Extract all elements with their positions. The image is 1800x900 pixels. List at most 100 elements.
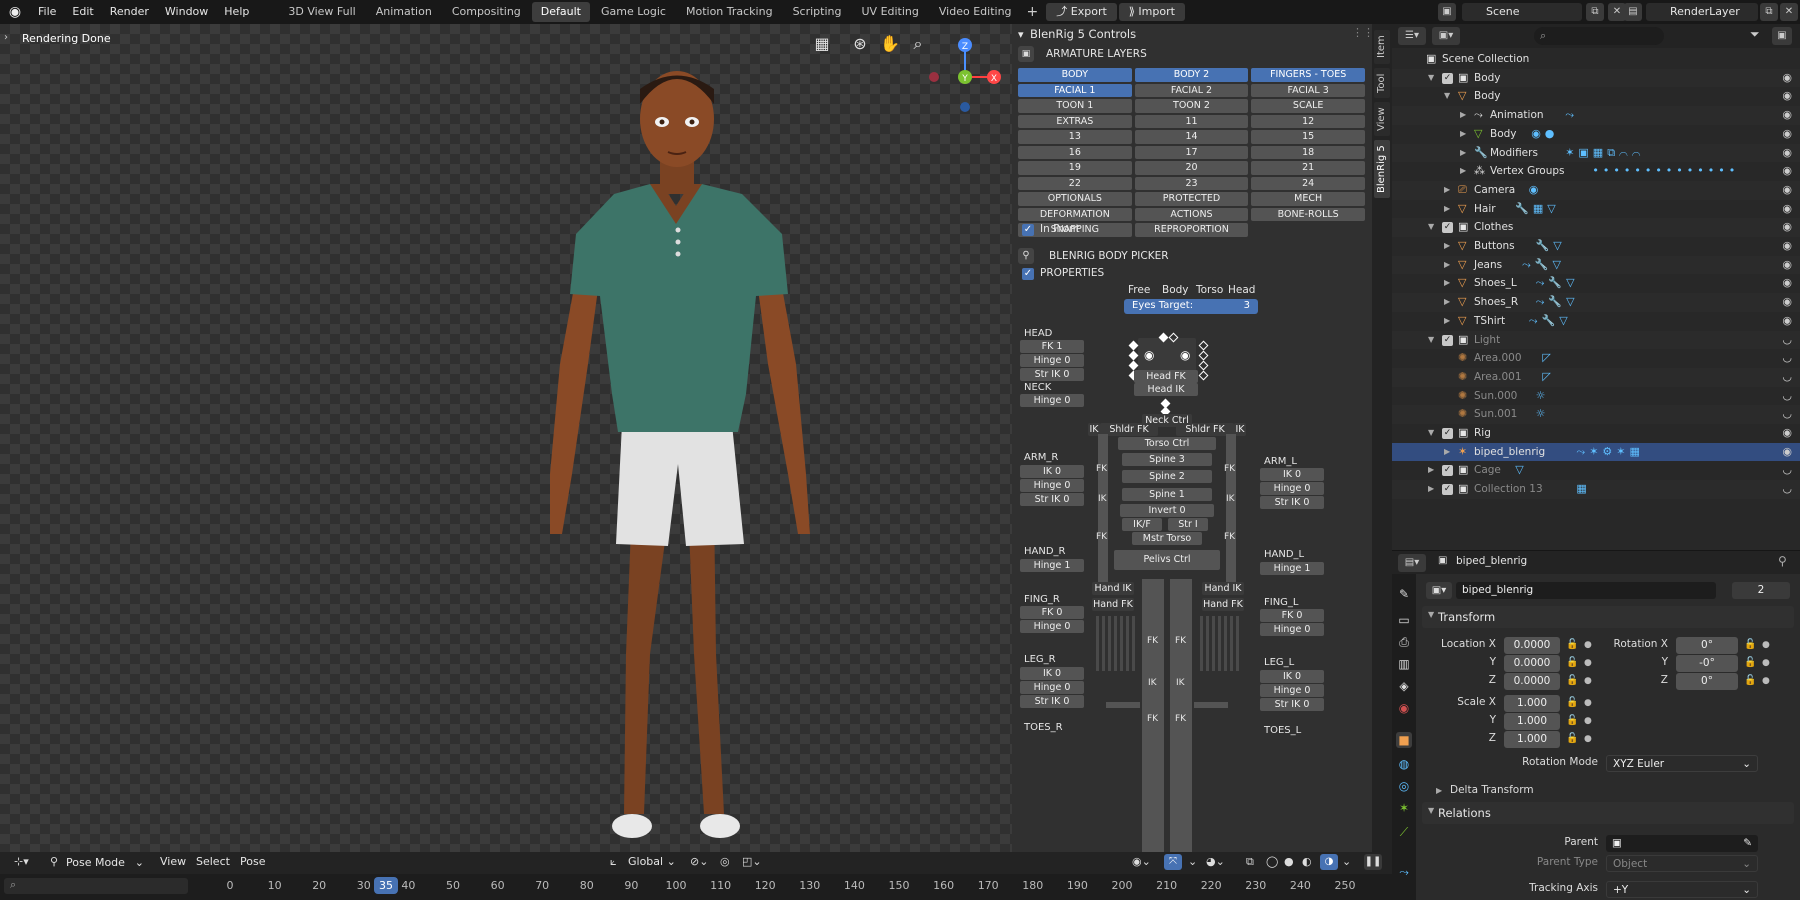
layer-toggle-button[interactable]: BODY 2 xyxy=(1134,68,1249,82)
gizmo-neg-x[interactable] xyxy=(929,72,939,82)
orientation-dropdown[interactable]: Global ⌄ xyxy=(628,855,676,868)
fingers-r-picker[interactable] xyxy=(1096,616,1136,671)
pose-mode-icon[interactable]: ⚲ xyxy=(50,855,58,868)
outliner-row[interactable]: ▶ ✓ ▣ Cage ▽ ◡ xyxy=(1392,461,1800,480)
grid-view-icon[interactable]: ▦ xyxy=(810,32,834,56)
outliner-data-tags[interactable]: ◸ xyxy=(1542,368,1554,387)
display-mode-icon[interactable]: ▣▾ xyxy=(1432,27,1460,45)
properties-editor-type-icon[interactable]: ▤▾ xyxy=(1398,554,1426,572)
current-frame-indicator[interactable]: 35 xyxy=(374,877,398,894)
eye-closed-icon[interactable]: ◡ xyxy=(1782,349,1792,368)
expand-arrow-icon[interactable]: ▼ xyxy=(1428,218,1434,237)
tab-view[interactable]: View xyxy=(1374,102,1390,136)
pause-icon[interactable]: ❚❚ xyxy=(1364,854,1382,870)
scene-icon[interactable]: ▣ xyxy=(1438,3,1456,21)
torso-ctrl-button[interactable]: Torso Ctrl xyxy=(1118,437,1216,450)
face-diamond[interactable] xyxy=(1198,360,1209,371)
lock-rotation-y-icon[interactable]: 🔓 xyxy=(1744,657,1756,668)
menu-window[interactable]: Window xyxy=(157,0,216,24)
head-ik-button[interactable]: Head IK xyxy=(1134,383,1198,396)
arm-r-ik-slider[interactable]: IK 0 xyxy=(1020,465,1084,478)
layer-toggle-button[interactable]: TOON 1 xyxy=(1018,99,1132,113)
transform-section-header[interactable]: Transform xyxy=(1422,606,1794,628)
arm-l-bone[interactable] xyxy=(1226,434,1236,584)
eye-icon[interactable]: ◉ xyxy=(1782,424,1792,443)
workspace-tab-motion-tracking[interactable]: Motion Tracking xyxy=(677,2,782,22)
head-strik-slider[interactable]: Str IK 0 xyxy=(1020,368,1084,381)
keyframe-dot-icon[interactable]: ● xyxy=(1584,698,1592,708)
modifier-tab-icon[interactable]: ◍ xyxy=(1396,756,1412,772)
eyes-target-slider[interactable]: Eyes Target: 3 xyxy=(1124,299,1258,314)
head-hinge-slider[interactable]: Hinge 0 xyxy=(1020,354,1084,367)
expand-arrow-icon[interactable]: ▶ xyxy=(1444,274,1450,293)
physics-tab-icon[interactable]: ◎ xyxy=(1396,778,1412,794)
outliner-row[interactable]: ✺ Sun.001 ☼ ◡ xyxy=(1392,405,1800,424)
toolbar-toggle-icon[interactable]: › xyxy=(4,32,8,43)
lock-location-x-icon[interactable]: 🔓 xyxy=(1566,639,1578,650)
relations-section-header[interactable]: Relations xyxy=(1422,802,1794,824)
hand-ik-r-button[interactable]: Hand IK xyxy=(1092,582,1134,595)
overlays-icon[interactable]: ◕⌄ xyxy=(1206,855,1225,868)
eye-icon[interactable]: ◉ xyxy=(1782,125,1792,144)
outliner-search-input[interactable]: ⌕ xyxy=(1534,27,1664,45)
menu-edit[interactable]: Edit xyxy=(64,0,101,24)
rotation-y-field[interactable]: -0° xyxy=(1676,655,1738,672)
outliner-data-tags[interactable]: ☼ xyxy=(1536,405,1550,424)
exclude-checkbox[interactable]: ✓ xyxy=(1442,465,1453,477)
lock-location-z-icon[interactable]: 🔓 xyxy=(1566,675,1578,686)
timeline[interactable]: ⌕ 0 10 20 30 40 50 60 70 80 90 100 110 120 130 140 150 1… xyxy=(0,874,1392,900)
outliner-row[interactable]: ▶ ▽ Jeans ⤳🔧▽ ◉ xyxy=(1392,255,1800,275)
filter-icon[interactable]: ⏷ xyxy=(1750,27,1760,42)
in-front-checkbox[interactable]: ✓ xyxy=(1022,224,1034,236)
exclude-checkbox[interactable]: ✓ xyxy=(1442,334,1453,346)
remove-view-layer-icon[interactable]: ✕ xyxy=(1780,3,1798,21)
scene-field[interactable]: Scene xyxy=(1462,3,1582,21)
face-diamond[interactable] xyxy=(1198,370,1209,381)
expand-arrow-icon[interactable]: ▶ xyxy=(1444,256,1450,275)
layer-toggle-button[interactable]: 19 xyxy=(1018,161,1132,175)
blender-logo-icon[interactable]: ◉ xyxy=(0,0,30,24)
outliner-row[interactable]: ✺ Area.000 ◸ ◡ xyxy=(1392,349,1800,368)
outliner-data-tags[interactable]: ☼ xyxy=(1536,387,1550,406)
arm-r-bone[interactable] xyxy=(1098,434,1108,584)
outliner-row[interactable]: ▶ 🔧 Modifiers ✶▣▦⧉⌒⌒ ◉ xyxy=(1392,143,1800,163)
master-torso-button[interactable]: Mstr Torso xyxy=(1132,532,1202,545)
fing-r-fk-slider[interactable]: FK 0 xyxy=(1020,606,1084,619)
workspace-tab-default[interactable]: Default xyxy=(531,2,590,22)
eye-icon[interactable]: ◉ xyxy=(1782,87,1792,106)
eye-icon[interactable]: ◉ xyxy=(1782,312,1792,331)
lock-rotation-z-icon[interactable]: 🔓 xyxy=(1744,675,1756,686)
face-diamond[interactable] xyxy=(1128,340,1139,351)
keyframe-dot-icon[interactable]: ● xyxy=(1762,658,1770,668)
pan-hand-icon[interactable]: ✋ xyxy=(878,32,902,56)
right-eye-picker-icon[interactable]: ◉ xyxy=(1144,348,1154,362)
hand-l-hinge-slider[interactable]: Hinge 1 xyxy=(1260,562,1324,575)
pivot-icon[interactable]: ⊘⌄ xyxy=(690,855,708,868)
arm-l-hinge-slider[interactable]: Hinge 0 xyxy=(1260,482,1324,495)
location-z-field[interactable]: 0.0000 xyxy=(1504,673,1560,690)
view-tab-free[interactable]: Free xyxy=(1128,284,1150,296)
menu-pose[interactable]: Pose xyxy=(240,855,265,868)
layer-toggle-button[interactable]: 16 xyxy=(1018,145,1132,159)
outliner-row[interactable]: ▶ ⤳ Animation ⤳ ◉ xyxy=(1392,106,1800,125)
eye-closed-icon[interactable]: ◡ xyxy=(1782,387,1792,406)
outliner-row[interactable]: ▶ ▽ Shoes_L ⤳🔧▽ ◉ xyxy=(1392,274,1800,293)
fing-r-hinge-slider[interactable]: Hinge 0 xyxy=(1020,620,1084,633)
layer-toggle-button[interactable]: BONE-ROLLS xyxy=(1251,207,1365,221)
eye-icon[interactable]: ◉ xyxy=(1782,443,1792,462)
outliner-row[interactable]: ▶ ▽ Hair 🔧▦▽ ◉ xyxy=(1392,200,1800,219)
head-fk-slider[interactable]: FK 1 xyxy=(1020,340,1084,353)
users-count[interactable]: 2 xyxy=(1732,582,1790,599)
outliner-row[interactable]: ▼ ✓ ▣ Clothes ◉ xyxy=(1392,218,1800,237)
outliner-data-tags[interactable]: ⤳🔧▽ xyxy=(1529,312,1572,331)
expand-arrow-icon[interactable]: ▶ xyxy=(1428,480,1434,499)
expand-arrow-icon[interactable]: ▶ xyxy=(1460,125,1466,144)
outliner-data-tags[interactable]: ⤳ xyxy=(1565,106,1578,125)
view-layer-icon[interactable]: ▤ xyxy=(1624,3,1642,21)
rotation-z-field[interactable]: 0° xyxy=(1676,673,1738,690)
workspace-tab-compositing[interactable]: Compositing xyxy=(443,2,530,22)
fing-l-hinge-slider[interactable]: Hinge 0 xyxy=(1260,623,1324,636)
rotation-x-field[interactable]: 0° xyxy=(1676,637,1738,654)
outliner-data-tags[interactable]: ▦ xyxy=(1576,480,1590,499)
leg-l-str-slider[interactable]: Str IK 0 xyxy=(1260,698,1324,711)
